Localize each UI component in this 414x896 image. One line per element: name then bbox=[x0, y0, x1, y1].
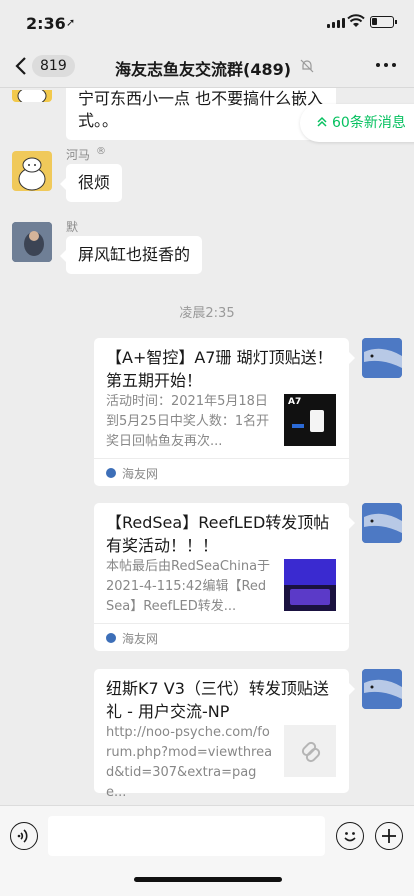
chat-title: 海友志鱼友交流群(489) bbox=[115, 60, 292, 79]
card-thumbnail bbox=[284, 559, 336, 611]
input-bar bbox=[0, 805, 414, 896]
cellular-signal-icon bbox=[327, 18, 345, 28]
message-text: 很烦 bbox=[78, 173, 111, 192]
card-source: 海友网 bbox=[94, 623, 349, 651]
emoji-icon[interactable] bbox=[336, 822, 364, 850]
battery-icon bbox=[370, 16, 394, 28]
back-chevron-icon[interactable] bbox=[12, 54, 32, 78]
card-thumbnail: A7 bbox=[284, 394, 336, 446]
avatar[interactable] bbox=[362, 503, 402, 543]
chat-header: 819 海友志鱼友交流群(489) bbox=[0, 44, 414, 88]
card-description: http://noo-psyche.com/forum.php?mod=view… bbox=[106, 725, 273, 800]
source-icon bbox=[106, 633, 116, 643]
plus-icon[interactable] bbox=[375, 822, 403, 850]
card-description: 活动时间：2021年5月18日到5月25日中奖人数：1名开奖日回帖鱼友再次... bbox=[106, 394, 270, 449]
message-timestamp: 凌晨2:35 bbox=[179, 306, 235, 321]
avatar[interactable] bbox=[12, 222, 52, 262]
new-messages-label: 60条新消息 bbox=[332, 115, 406, 131]
avatar[interactable] bbox=[362, 669, 402, 709]
wifi-icon bbox=[347, 14, 365, 27]
message-text: 屏风缸也挺香的 bbox=[78, 245, 191, 264]
link-icon bbox=[284, 725, 336, 777]
new-messages-button[interactable]: 60条新消息 bbox=[300, 104, 414, 142]
card-description: 本帖最后由RedSeaChina于2021-4-115:42编辑【RedSea】… bbox=[106, 559, 271, 614]
message-input[interactable] bbox=[48, 816, 325, 856]
sender-name: 默 bbox=[66, 220, 79, 234]
unread-count-badge[interactable]: 819 bbox=[32, 55, 75, 77]
message-bubble[interactable]: 很烦 bbox=[59, 164, 123, 202]
status-time: 2:36 bbox=[26, 14, 66, 33]
card-title: 纽斯K7 V3（三代）转发顶贴送礼 - 用户交流-NP bbox=[106, 679, 329, 721]
message-bubble[interactable]: 宁可东西小一点 也不要搞什么嵌入式。。 bbox=[66, 88, 336, 140]
card-source-label: 海友网 bbox=[122, 632, 159, 646]
source-icon bbox=[106, 468, 116, 478]
card-title: 【A+智控】A7珊 瑚灯顶贴送！第五期开始！ bbox=[106, 348, 333, 390]
card-source: 海友网 bbox=[94, 458, 349, 486]
bell-slash-icon bbox=[300, 59, 314, 73]
status-bar: 2:36 ➚ bbox=[0, 0, 414, 44]
card-title: 【RedSea】ReefLED转发顶帖有奖活动！！！ bbox=[106, 513, 330, 555]
sender-name: 河马 bbox=[66, 148, 91, 162]
message-bubble[interactable]: 屏风缸也挺香的 bbox=[59, 236, 203, 274]
double-chevron-up-icon bbox=[316, 104, 328, 142]
location-arrow-icon: ➚ bbox=[66, 16, 76, 29]
card-source-label: 海友网 bbox=[122, 467, 159, 481]
link-card[interactable]: 纽斯K7 V3（三代）转发顶贴送礼 - 用户交流-NP http://noo-p… bbox=[94, 669, 355, 800]
more-options-button[interactable] bbox=[376, 63, 396, 67]
message-text: 宁可东西小一点 也不要搞什么嵌入式。。 bbox=[78, 89, 324, 130]
voice-icon[interactable] bbox=[10, 822, 38, 850]
sender-mark: ® bbox=[96, 146, 106, 157]
avatar[interactable] bbox=[362, 338, 402, 378]
link-card[interactable]: 【RedSea】ReefLED转发顶帖有奖活动！！！ 本帖最后由RedSeaCh… bbox=[94, 503, 355, 651]
home-indicator bbox=[134, 877, 282, 882]
thumbnail-label: A7 bbox=[288, 397, 302, 407]
link-card[interactable]: 【A+智控】A7珊 瑚灯顶贴送！第五期开始！ 活动时间：2021年5月18日到5… bbox=[94, 338, 355, 486]
avatar[interactable] bbox=[12, 151, 52, 191]
